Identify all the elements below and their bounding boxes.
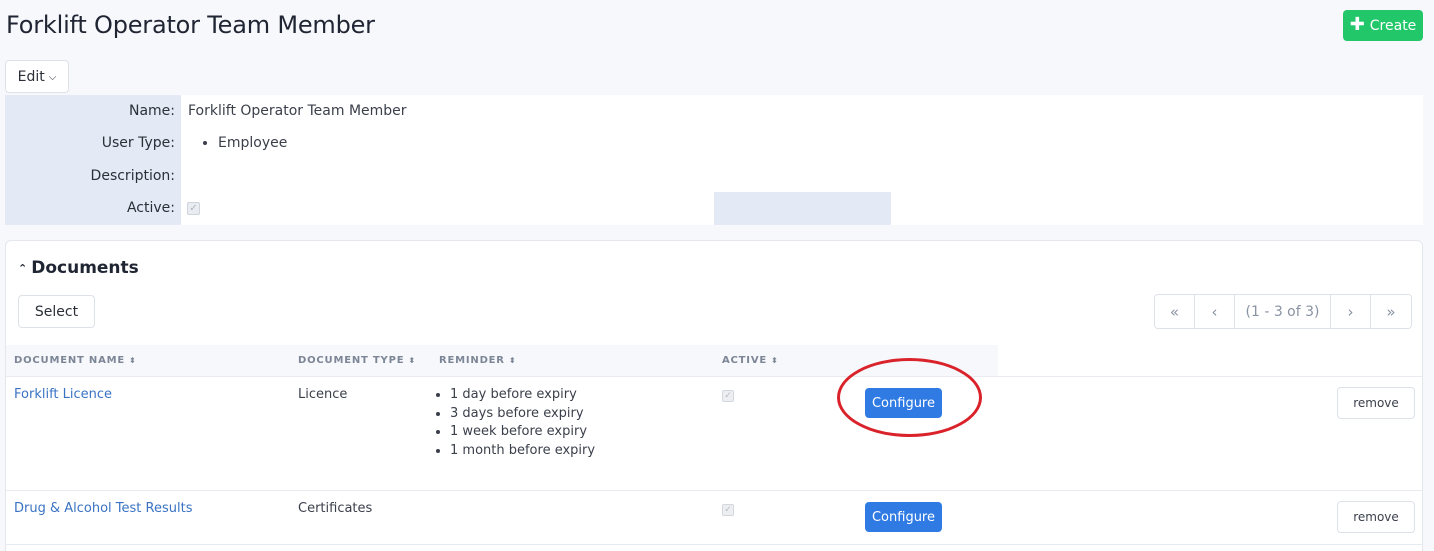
sort-icon: ⬍ <box>771 356 779 365</box>
sort-icon: ⬍ <box>408 356 416 365</box>
reminder-item: 1 month before expiry <box>450 442 595 461</box>
documents-header[interactable]: ⌃ Documents <box>18 258 139 278</box>
detail-row-user-type: User Type: Employee <box>5 127 1423 159</box>
first-page-button[interactable]: « <box>1155 295 1195 328</box>
document-type: Licence <box>298 387 348 402</box>
chevron-double-up-icon[interactable]: ⌃ <box>18 262 27 275</box>
row-divider <box>6 376 1422 377</box>
last-page-button[interactable]: » <box>1371 295 1411 328</box>
details-shaded-cell <box>714 192 891 225</box>
configure-button[interactable]: Configure <box>865 502 942 532</box>
active-checkbox: ✓ <box>722 390 734 402</box>
page-info: (1 - 3 of 3) <box>1235 295 1331 328</box>
reminder-item: 1 week before expiry <box>450 423 595 442</box>
pagination: « ‹ (1 - 3 of 3) › » <box>1154 294 1412 329</box>
next-page-button[interactable]: › <box>1331 295 1371 328</box>
select-button[interactable]: Select <box>18 295 95 328</box>
description-label: Description: <box>90 168 175 184</box>
reminder-item: 1 day before expiry <box>450 386 595 405</box>
create-button-label: Create <box>1369 17 1417 34</box>
document-name-link[interactable]: Forklift Licence <box>14 387 112 402</box>
column-header-active[interactable]: ACTIVE ⬍ <box>722 355 779 366</box>
name-label: Name: <box>128 103 175 119</box>
document-name-link[interactable]: Drug & Alcohol Test Results <box>14 501 192 516</box>
edit-button-label: Edit <box>17 68 45 85</box>
name-value: Forklift Operator Team Member <box>188 103 407 119</box>
page-title: Forklift Operator Team Member <box>6 11 375 39</box>
detail-row-name: Name: Forklift Operator Team Member <box>5 95 1423 127</box>
sort-icon: ⬍ <box>129 356 137 365</box>
document-type: Certificates <box>298 501 373 516</box>
user-type-label: User Type: <box>101 135 175 151</box>
reminder-list: 1 day before expiry 3 days before expiry… <box>434 386 595 460</box>
chevron-down-icon: ⌵ <box>48 72 57 83</box>
sort-icon: ⬍ <box>508 356 517 365</box>
create-button[interactable]: ✚ Create <box>1343 10 1423 41</box>
prev-page-button[interactable]: ‹ <box>1195 295 1235 328</box>
column-header-document-name[interactable]: DOCUMENT NAME ⬍ <box>14 355 137 366</box>
reminder-item: 3 days before expiry <box>450 405 595 424</box>
remove-button[interactable]: remove <box>1337 501 1415 533</box>
column-header-reminder[interactable]: REMINDER ⬍ <box>439 355 516 366</box>
edit-dropdown-button[interactable]: Edit ⌵ <box>5 60 69 93</box>
documents-card: ⌃ Documents Select « ‹ (1 - 3 of 3) › » … <box>5 240 1423 551</box>
table-header: DOCUMENT NAME ⬍ DOCUMENT TYPE ⬍ REMINDER ⬍ … <box>6 345 998 376</box>
column-header-document-type[interactable]: DOCUMENT TYPE ⬍ <box>298 355 416 366</box>
details-panel: Name: Forklift Operator Team Member User… <box>5 95 1423 225</box>
highlight-annotation <box>837 358 982 437</box>
documents-title: Documents <box>31 258 139 278</box>
row-divider <box>6 490 1422 491</box>
active-checkbox: ✓ <box>187 201 200 215</box>
plus-icon: ✚ <box>1349 13 1365 35</box>
detail-row-description: Description: <box>5 160 1423 192</box>
user-type-value: Employee <box>188 135 287 151</box>
user-type-item: Employee <box>218 135 287 151</box>
active-checkbox: ✓ <box>722 504 734 516</box>
active-label: Active: <box>126 200 175 216</box>
remove-button[interactable]: remove <box>1337 387 1415 419</box>
row-divider <box>6 544 1422 545</box>
